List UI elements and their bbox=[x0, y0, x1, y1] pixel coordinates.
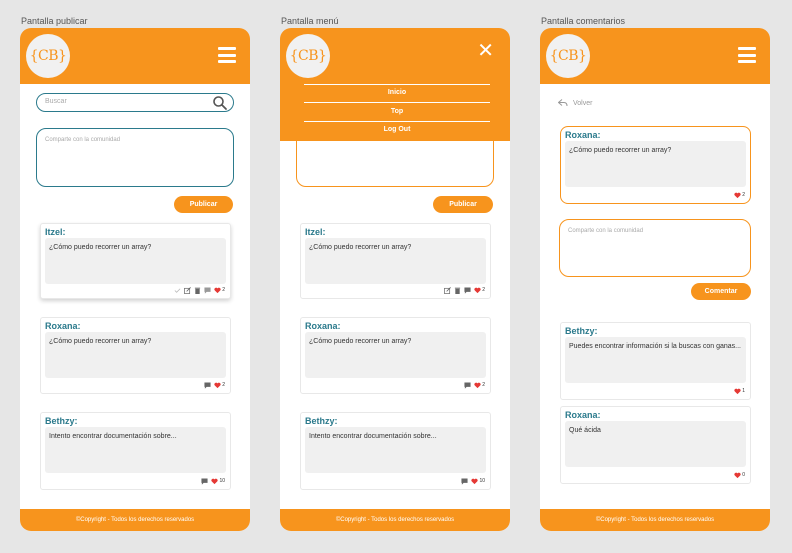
heart-icon[interactable] bbox=[214, 287, 221, 294]
screen-comentarios: {CB} Volver Roxana: ¿Cómo puedo recorrer… bbox=[540, 28, 770, 531]
menu-item-inicio[interactable]: Inicio bbox=[304, 89, 490, 96]
check-icon[interactable] bbox=[174, 287, 181, 294]
post-author[interactable]: Roxana: bbox=[565, 130, 601, 140]
post-text: Intento encontrar documentación sobre... bbox=[305, 427, 486, 473]
comment-button[interactable]: Comentar bbox=[691, 283, 751, 300]
comment-textarea[interactable]: Comparte con la comunidad bbox=[559, 219, 751, 277]
like-count: 2 bbox=[222, 382, 225, 388]
post-text: ¿Cómo puedo recorrer un array? bbox=[305, 238, 486, 284]
heart-icon[interactable] bbox=[734, 472, 741, 479]
comment-icon[interactable] bbox=[461, 477, 468, 485]
menu-icon[interactable] bbox=[218, 47, 236, 63]
back-link[interactable]: Volver bbox=[558, 99, 592, 107]
comment-text: Qué ácida bbox=[565, 421, 746, 467]
compose-placeholder: Comparte con la comunidad bbox=[568, 228, 644, 234]
dropdown-menu: {CB} ✕ Inicio Top Log Out bbox=[280, 28, 510, 141]
screen-publicar: {CB} Buscar Comparte con la comunidad Pu… bbox=[20, 28, 250, 531]
logo[interactable]: {CB} bbox=[26, 34, 70, 78]
post-author[interactable]: Bethzy: bbox=[305, 416, 338, 426]
logo-text: {CB} bbox=[289, 48, 327, 64]
comment-icon[interactable] bbox=[464, 286, 471, 294]
logo-text: {CB} bbox=[549, 48, 587, 64]
frame-label: Pantalla comentarios bbox=[541, 16, 626, 26]
search-input[interactable]: Buscar bbox=[36, 93, 234, 112]
post-author[interactable]: Bethzy: bbox=[45, 416, 78, 426]
comment-card: Roxana: Qué ácida 0 bbox=[560, 406, 751, 484]
comment-icon[interactable] bbox=[204, 381, 211, 389]
edit-icon[interactable] bbox=[184, 286, 192, 294]
compose-textarea[interactable]: Comparte con la comunidad bbox=[36, 128, 234, 187]
like-count: 10 bbox=[219, 478, 225, 484]
trash-icon[interactable] bbox=[194, 287, 201, 294]
back-arrow-icon[interactable] bbox=[558, 99, 568, 107]
heart-icon[interactable] bbox=[214, 382, 221, 389]
logo-text: {CB} bbox=[29, 48, 67, 64]
like-count: 0 bbox=[742, 472, 745, 478]
heart-icon[interactable] bbox=[474, 287, 481, 294]
post-author[interactable]: Itzel: bbox=[305, 227, 326, 237]
footer: ©Copyright - Todos los derechos reservad… bbox=[20, 509, 250, 531]
back-label: Volver bbox=[573, 99, 593, 107]
like-count: 2 bbox=[222, 287, 225, 293]
comment-text: Puedes encontrar información si la busca… bbox=[565, 337, 746, 383]
edit-icon[interactable] bbox=[444, 286, 452, 294]
like-count: 2 bbox=[482, 382, 485, 388]
heart-icon[interactable] bbox=[734, 388, 741, 395]
post-card: Bethzy: Intento encontrar documentación … bbox=[300, 412, 491, 490]
app-header: {CB} bbox=[540, 28, 770, 84]
post-text: ¿Cómo puedo recorrer un array? bbox=[565, 141, 746, 187]
menu-icon[interactable] bbox=[738, 47, 756, 63]
search-icon[interactable] bbox=[212, 95, 228, 111]
comment-author[interactable]: Bethzy: bbox=[565, 326, 598, 336]
footer: ©Copyright - Todos los derechos reservad… bbox=[280, 509, 510, 531]
original-post-card: Roxana: ¿Cómo puedo recorrer un array? 2 bbox=[560, 126, 751, 204]
post-author[interactable]: Roxana: bbox=[45, 321, 81, 331]
logo[interactable]: {CB} bbox=[546, 34, 590, 78]
like-count: 10 bbox=[479, 478, 485, 484]
post-text: ¿Cómo puedo recorrer un array? bbox=[305, 332, 486, 378]
like-count: 2 bbox=[742, 192, 745, 198]
comment-icon[interactable] bbox=[204, 286, 211, 294]
post-text: ¿Cómo puedo recorrer un array? bbox=[45, 332, 226, 378]
post-author[interactable]: Itzel: bbox=[45, 227, 66, 237]
like-count: 1 bbox=[742, 388, 745, 394]
post-text: ¿Cómo puedo recorrer un array? bbox=[45, 238, 226, 284]
frame-label: Pantalla menú bbox=[281, 16, 339, 26]
comment-icon[interactable] bbox=[464, 381, 471, 389]
post-author[interactable]: Roxana: bbox=[305, 321, 341, 331]
footer: ©Copyright - Todos los derechos reservad… bbox=[540, 509, 770, 531]
logo[interactable]: {CB} bbox=[286, 34, 330, 78]
post-card: Roxana: ¿Cómo puedo recorrer un array? 2 bbox=[40, 317, 231, 394]
comment-card: Bethzy: Puedes encontrar información si … bbox=[560, 322, 751, 400]
app-header: {CB} bbox=[20, 28, 250, 84]
heart-icon[interactable] bbox=[471, 478, 479, 485]
publish-button[interactable]: Publicar bbox=[174, 196, 233, 213]
heart-icon[interactable] bbox=[211, 478, 219, 485]
menu-item-top[interactable]: Top bbox=[304, 108, 490, 115]
comment-icon[interactable] bbox=[201, 477, 208, 485]
menu-item-logout[interactable]: Log Out bbox=[304, 126, 490, 133]
comment-author[interactable]: Roxana: bbox=[565, 410, 601, 420]
post-card: Bethzy: Intento encontrar documentación … bbox=[40, 412, 231, 490]
publish-button[interactable]: Publicar bbox=[433, 196, 493, 213]
post-card: Itzel: ¿Cómo puedo recorrer un array? 2 bbox=[300, 223, 491, 299]
compose-placeholder: Comparte con la comunidad bbox=[45, 137, 121, 143]
heart-icon[interactable] bbox=[734, 192, 741, 199]
close-icon[interactable]: ✕ bbox=[477, 40, 494, 60]
like-count: 2 bbox=[482, 287, 485, 293]
heart-icon[interactable] bbox=[474, 382, 481, 389]
post-card: Itzel: ¿Cómo puedo recorrer un array? 2 bbox=[40, 223, 231, 299]
post-text: Intento encontrar documentación sobre... bbox=[45, 427, 226, 473]
frame-label: Pantalla publicar bbox=[21, 16, 88, 26]
search-placeholder: Buscar bbox=[45, 98, 67, 105]
trash-icon[interactable] bbox=[454, 287, 461, 294]
screen-menu: Publicar Itzel: ¿Cómo puedo recorrer un … bbox=[280, 28, 510, 531]
post-card: Roxana: ¿Cómo puedo recorrer un array? 2 bbox=[300, 317, 491, 394]
